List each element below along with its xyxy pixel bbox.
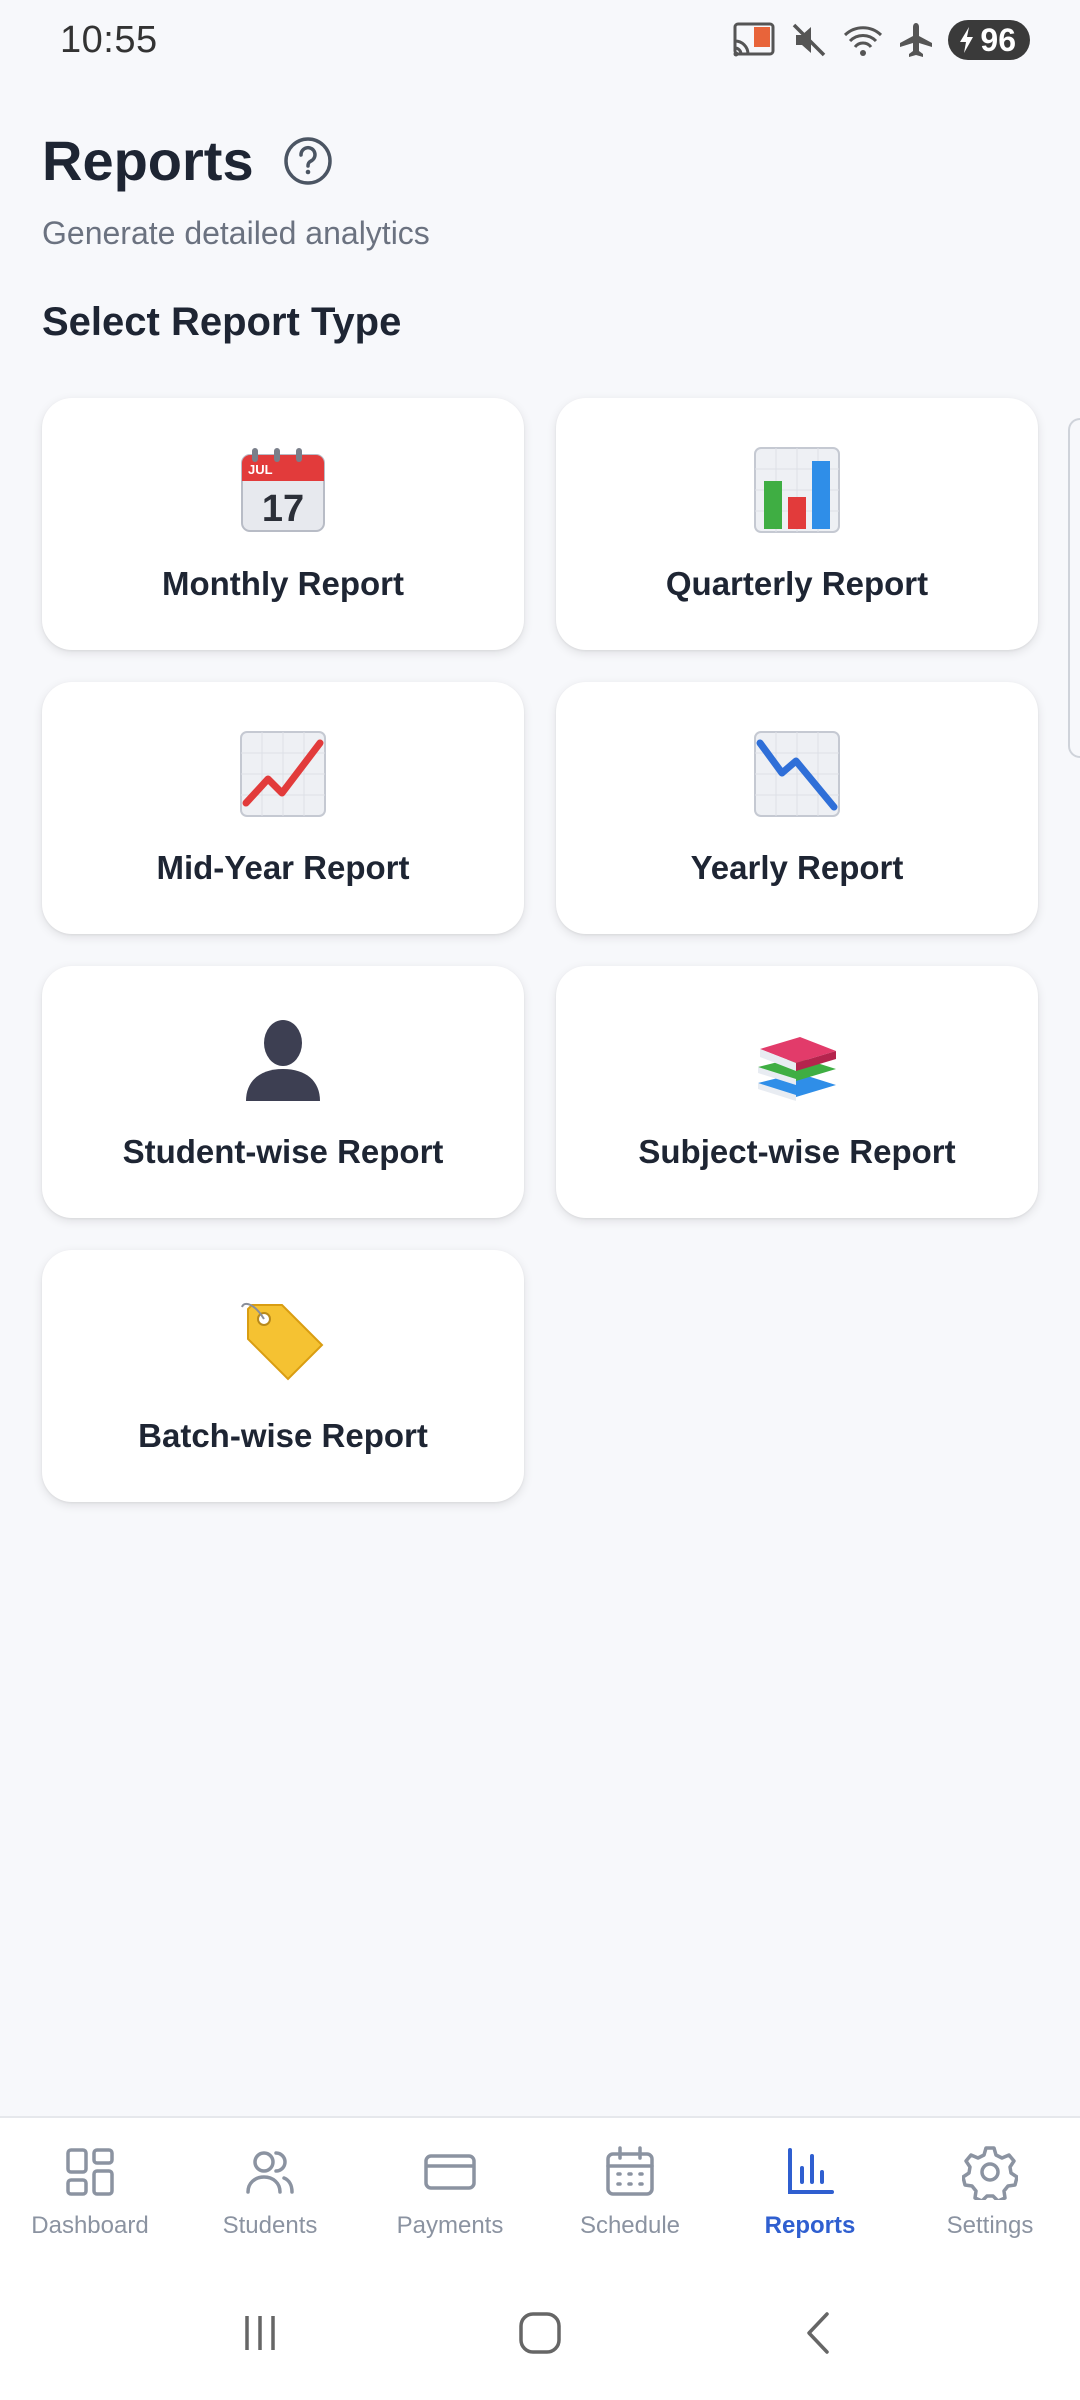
bottom-navigation: Dashboard Students Payments Schedule Rep… xyxy=(0,2116,1080,2266)
calendar-grid-icon xyxy=(606,2146,654,2196)
card-label: Mid-Year Report xyxy=(156,849,410,886)
calendar-day: 17 xyxy=(262,488,304,530)
nav-item-students[interactable]: Students xyxy=(185,2144,355,2240)
page-header: Reports Generate detailed analytics xyxy=(42,128,1042,252)
card-label: Batch-wise Report xyxy=(138,1417,428,1454)
card-label: Quarterly Report xyxy=(665,565,929,602)
cast-icon xyxy=(733,22,775,57)
status-bar: 10:55 96 xyxy=(0,0,1080,80)
back-icon xyxy=(807,2312,829,2354)
monthly-report-card[interactable]: JUL 17 Monthly Report xyxy=(42,398,524,650)
nav-label: Reports xyxy=(764,2212,856,2239)
battery-level: 96 xyxy=(980,21,1016,58)
yearly-report-card[interactable]: Yearly Report xyxy=(556,682,1038,934)
status-time: 10:55 xyxy=(60,18,158,61)
home-button[interactable] xyxy=(500,2293,580,2373)
page-subtitle: Generate detailed analytics xyxy=(42,215,430,251)
home-icon xyxy=(519,2312,561,2354)
chart-decreasing-icon xyxy=(754,731,840,817)
card-label: Yearly Report xyxy=(690,849,904,886)
batch-wise-report-card[interactable]: Batch-wise Report xyxy=(42,1250,524,1502)
nav-item-reports[interactable]: Reports xyxy=(725,2144,895,2240)
report-type-grid: JUL 17 Monthly Report Quarterly Report M… xyxy=(42,398,1038,1502)
title-row: Reports xyxy=(42,128,1042,193)
status-icons: 96 xyxy=(732,20,1030,60)
nav-label: Schedule xyxy=(579,2212,681,2239)
calendar-month: JUL xyxy=(248,462,273,477)
dashboard-icon xyxy=(66,2148,114,2196)
student-wise-report-card[interactable]: Student-wise Report xyxy=(42,966,524,1218)
airplane-icon xyxy=(900,23,933,57)
bar-chart-icon xyxy=(754,447,840,533)
help-circle-icon[interactable] xyxy=(282,135,334,187)
nav-label: Payments xyxy=(396,2212,504,2239)
calendar-icon: JUL 17 xyxy=(241,448,325,532)
card-label: Student-wise Report xyxy=(122,1133,444,1170)
nav-label: Settings xyxy=(946,2212,1034,2239)
section-title: Select Report Type xyxy=(42,300,402,344)
mid-year-report-card[interactable]: Mid-Year Report xyxy=(42,682,524,934)
nav-label: Dashboard xyxy=(31,2212,149,2239)
chart-increasing-icon xyxy=(240,731,326,817)
battery-charging-icon xyxy=(960,27,974,53)
page-title: Reports xyxy=(42,129,254,192)
scroll-edge-indicator xyxy=(1068,418,1080,758)
nav-item-dashboard[interactable]: Dashboard xyxy=(5,2144,175,2240)
quarterly-report-card[interactable]: Quarterly Report xyxy=(556,398,1038,650)
card-label: Monthly Report xyxy=(162,565,404,602)
books-icon xyxy=(758,1037,836,1101)
recent-apps-button[interactable] xyxy=(220,2293,300,2373)
nav-item-settings[interactable]: Settings xyxy=(905,2144,1075,2240)
gear-icon xyxy=(962,2146,1018,2200)
system-navigation-bar xyxy=(0,2266,1080,2400)
tag-icon xyxy=(241,1302,324,1381)
nav-label: Students xyxy=(222,2212,318,2239)
back-button[interactable] xyxy=(780,2293,860,2373)
recent-apps-icon xyxy=(245,2316,275,2350)
nav-item-payments[interactable]: Payments xyxy=(365,2144,535,2240)
card-icon xyxy=(424,2154,476,2190)
users-icon xyxy=(246,2151,294,2194)
battery-indicator: 96 xyxy=(948,20,1030,60)
wifi-icon xyxy=(844,26,883,56)
mute-icon xyxy=(793,23,826,57)
nav-item-schedule[interactable]: Schedule xyxy=(545,2144,715,2240)
person-silhouette-icon xyxy=(246,1020,320,1101)
subject-wise-report-card[interactable]: Subject-wise Report xyxy=(556,966,1038,1218)
card-label: Subject-wise Report xyxy=(638,1133,956,1170)
bar-chart-icon xyxy=(788,2148,834,2194)
